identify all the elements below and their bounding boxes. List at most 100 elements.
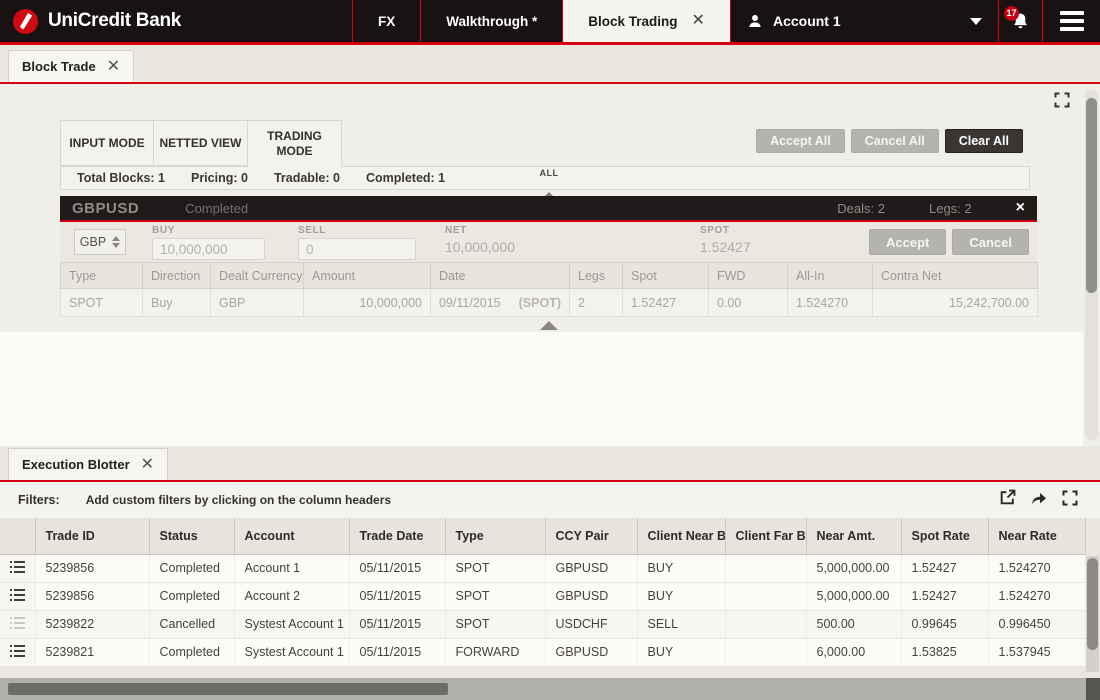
- close-block-icon[interactable]: ×: [1016, 200, 1025, 216]
- cell-near-rate: 0.996450: [988, 610, 1085, 638]
- clear-all-button[interactable]: Clear All: [945, 129, 1023, 153]
- net-value: 10,000,000: [445, 239, 515, 255]
- cell-dealt-currency: GBP: [211, 289, 304, 317]
- sell-amount-input[interactable]: [298, 238, 416, 260]
- cell-client-far-base: [725, 554, 806, 582]
- accept-button[interactable]: Accept: [869, 229, 946, 255]
- col-header-fwd: FWD: [709, 263, 788, 289]
- row-menu-icon: [10, 618, 25, 632]
- panel-actions: Accept All Cancel All Clear All: [756, 129, 1023, 153]
- cell-spot-rate: 0.99645: [901, 610, 988, 638]
- col-header-status[interactable]: Status: [149, 518, 234, 554]
- date-cell: 09/11/2015(SPOT): [439, 296, 561, 310]
- tab-execution-blotter[interactable]: Execution Blotter ✕: [8, 448, 168, 480]
- row-menu-cell[interactable]: [0, 582, 35, 610]
- cell-trade-date: 05/11/2015: [349, 638, 445, 666]
- mode-tab-input-mode[interactable]: INPUT MODE: [60, 120, 154, 166]
- scrollbar-thumb[interactable]: [1087, 558, 1098, 650]
- dealt-currency-select[interactable]: GBP: [74, 229, 126, 255]
- col-header-client-near-bas[interactable]: Client Near Bas: [637, 518, 725, 554]
- row-menu-icon[interactable]: [10, 646, 25, 660]
- block-card-gbpusd: GBPUSD Completed Deals: 2 Legs: 2 × GBP …: [60, 196, 1037, 333]
- col-header-client-far-base[interactable]: Client Far Base: [725, 518, 806, 554]
- col-header-near-amt[interactable]: Near Amt.: [806, 518, 901, 554]
- blotter-row[interactable]: 5239821CompletedSystest Account 105/11/2…: [0, 638, 1085, 666]
- col-header-near-rate[interactable]: Near Rate: [988, 518, 1085, 554]
- scrollbar-thumb[interactable]: [1086, 98, 1097, 293]
- cell-spot-rate: 1.52427: [901, 554, 988, 582]
- cell-near-rate: 1.524270: [988, 554, 1085, 582]
- open-in-new-icon[interactable]: [999, 489, 1016, 511]
- row-menu-cell[interactable]: [0, 610, 35, 638]
- block-deal-row[interactable]: SPOTBuyGBP10,000,00009/11/2015(SPOT)21.5…: [61, 289, 1038, 317]
- row-menu-cell[interactable]: [0, 638, 35, 666]
- col-header-all-in: All-In: [788, 263, 873, 289]
- cell-near-amt: 6,000.00: [806, 638, 901, 666]
- cell-ccy-pair: GBPUSD: [545, 638, 637, 666]
- row-menu-icon[interactable]: [10, 562, 25, 576]
- mode-tab-netted-view[interactable]: NETTED VIEW: [154, 120, 248, 166]
- col-header-ccy-pair[interactable]: CCY Pair: [545, 518, 637, 554]
- close-icon[interactable]: ✕: [141, 457, 154, 473]
- currency-pair: GBPUSD: [72, 200, 139, 217]
- blotter-row[interactable]: 5239856CompletedAccount 105/11/2015SPOTG…: [0, 554, 1085, 582]
- cell-client-near-bas: BUY: [637, 582, 725, 610]
- blotter-horizontal-scrollbar[interactable]: [0, 678, 1100, 700]
- panel-vertical-scrollbar[interactable]: [1085, 90, 1098, 440]
- fullscreen-icon[interactable]: [1054, 92, 1070, 113]
- spot-value: 1.52427: [700, 239, 751, 255]
- menu-button[interactable]: [1042, 0, 1100, 42]
- filters-hint: Add custom filters by clicking on the co…: [86, 493, 391, 507]
- cell-account: Account 2: [234, 582, 349, 610]
- cell-account: Systest Account 1: [234, 610, 349, 638]
- cancel-button[interactable]: Cancel: [952, 229, 1029, 255]
- mode-tab-trading-mode[interactable]: TRADING MODE: [248, 120, 342, 167]
- cell-trade-id: 5239822: [35, 610, 149, 638]
- accept-all-button[interactable]: Accept All: [756, 129, 845, 153]
- tab-block-trade[interactable]: Block Trade ✕: [8, 50, 134, 82]
- row-menu-icon[interactable]: [10, 590, 25, 604]
- col-header-trade-id[interactable]: Trade ID: [35, 518, 149, 554]
- col-header-type[interactable]: Type: [445, 518, 545, 554]
- deals-count: Deals: 2: [837, 201, 885, 216]
- tab-label: Execution Blotter: [22, 457, 130, 472]
- share-icon[interactable]: [1030, 490, 1048, 511]
- blotter-vertical-scrollbar[interactable]: [1086, 556, 1099, 672]
- cell-trade-id: 5239856: [35, 582, 149, 610]
- scrollbar-thumb[interactable]: [8, 683, 448, 695]
- col-header-account[interactable]: Account: [234, 518, 349, 554]
- cell-account: Systest Account 1: [234, 638, 349, 666]
- user-icon: [747, 13, 763, 29]
- chevron-down-icon[interactable]: [970, 18, 982, 25]
- blotter-row[interactable]: 5239822CancelledSystest Account 105/11/2…: [0, 610, 1085, 638]
- buy-amount-input[interactable]: [152, 238, 265, 260]
- close-icon[interactable]: ✕: [107, 59, 120, 75]
- block-status: Completed: [185, 201, 248, 216]
- row-menu-cell[interactable]: [0, 554, 35, 582]
- topnav-tab-fx[interactable]: FX: [352, 0, 420, 42]
- topnav-tab-block-trading[interactable]: Block Trading✕: [562, 0, 730, 42]
- blotter-row[interactable]: 5239856CompletedAccount 205/11/2015SPOTG…: [0, 582, 1085, 610]
- account-menu[interactable]: Account 1: [730, 0, 998, 42]
- stat-tradable: Tradable: 0: [274, 171, 340, 185]
- close-icon[interactable]: ✕: [692, 13, 705, 29]
- col-header-spot-rate[interactable]: Spot Rate: [901, 518, 988, 554]
- topnav-tab-label: Walkthrough *: [446, 14, 537, 29]
- topnav-tab-walkthrough[interactable]: Walkthrough *: [420, 0, 562, 42]
- cell-date: 09/11/2015(SPOT): [431, 289, 570, 317]
- col-header-date: Date: [431, 263, 570, 289]
- cell-all-in: 1.524270: [788, 289, 873, 317]
- collapse-all-toggle[interactable]: ALL: [531, 168, 567, 192]
- collapse-block-toggle[interactable]: [60, 317, 1037, 333]
- net-label: NET: [445, 225, 515, 236]
- col-header-spot: Spot: [623, 263, 709, 289]
- notifications-button[interactable]: 17: [998, 0, 1042, 42]
- fullscreen-icon[interactable]: [1062, 490, 1078, 511]
- net-field-group: NET 10,000,000: [445, 225, 515, 255]
- cell-legs: 2: [570, 289, 623, 317]
- cancel-all-button[interactable]: Cancel All: [851, 129, 939, 153]
- blocks-summary-bar: Total Blocks: 1Pricing: 0Tradable: 0Comp…: [60, 166, 1030, 190]
- cell-ccy-pair: GBPUSD: [545, 582, 637, 610]
- blocks-stats: Total Blocks: 1Pricing: 0Tradable: 0Comp…: [77, 171, 445, 185]
- col-header-trade-date[interactable]: Trade Date: [349, 518, 445, 554]
